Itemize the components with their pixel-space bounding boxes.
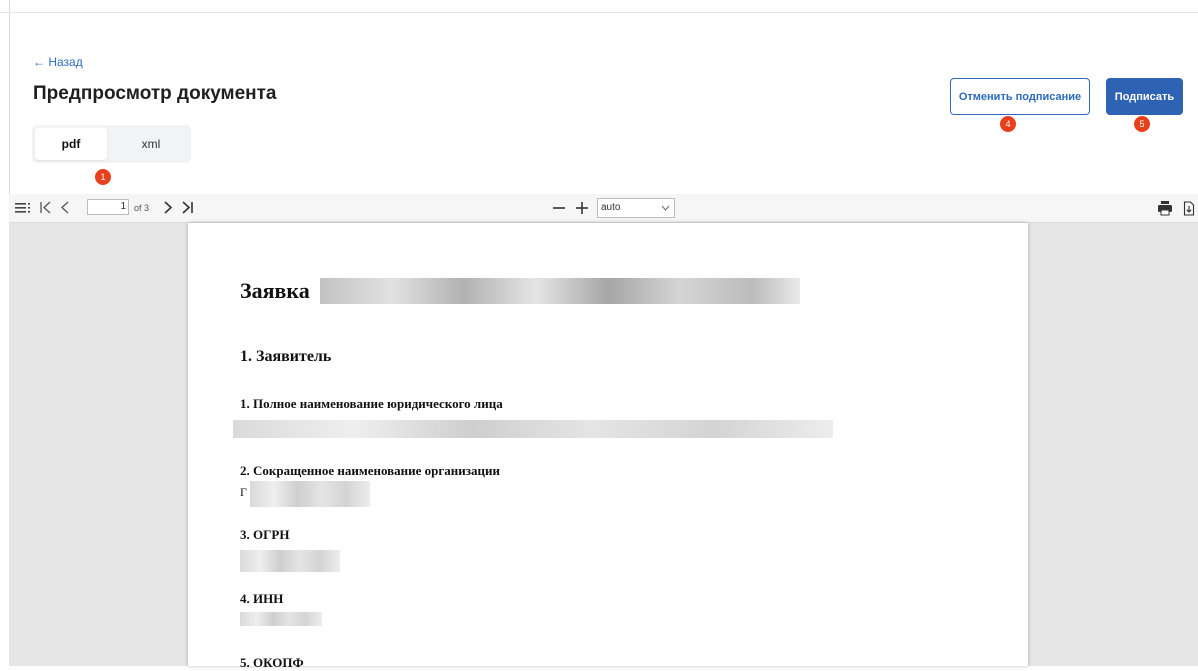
redacted-full-name [233,420,833,438]
page-title: Предпросмотр документа [33,83,277,104]
page-total: of 3 [134,203,150,213]
field-label-inn: 4. ИНН [240,591,284,606]
tab-pdf[interactable]: pdf [35,128,107,160]
page-number-input[interactable]: 1 [87,199,129,215]
redacted-title [320,278,800,304]
print-icon[interactable] [1157,194,1173,222]
next-page-icon[interactable] [162,194,174,222]
sidebar-toggle-icon[interactable] [15,194,31,222]
sign-button[interactable]: Подписать [1106,78,1183,115]
cancel-signing-button[interactable]: Отменить подписание [950,78,1090,115]
document-title: Заявка [240,278,310,303]
top-divider [0,12,1198,13]
field-label-full-name: 1. Полное наименование юридического лица [240,396,503,411]
tab-xml[interactable]: xml [114,128,188,160]
first-page-icon[interactable] [39,194,53,222]
zoom-value: auto [601,202,621,213]
prev-page-icon[interactable] [59,194,71,222]
field-label-short-name: 2. Сокращенное наименование организации [240,463,500,478]
short-name-prefix: Г [240,485,247,499]
download-icon[interactable] [1183,194,1195,222]
zoom-out-icon[interactable] [552,194,566,222]
field-label-ogrn: 3. ОГРН [240,527,290,542]
pdf-viewer[interactable]: Заявка 1. Заявитель 1. Полное наименован… [9,223,1198,670]
pdf-page: Заявка 1. Заявитель 1. Полное наименован… [188,223,1028,670]
field-label-okopf: 5. ОКОПФ [240,655,304,670]
format-tabs: pdf xml [32,125,191,163]
zoom-in-icon[interactable] [575,194,589,222]
annotation-marker-5: 5 [1134,116,1150,132]
redacted-inn [240,612,322,626]
redacted-ogrn [240,550,340,572]
annotation-marker-1: 1 [95,169,111,185]
last-page-icon[interactable] [180,194,194,222]
zoom-select[interactable]: auto [597,198,675,218]
pdf-toolbar: 1 of 3 auto [9,194,1198,223]
back-link[interactable]: ← Назад [33,55,83,69]
chevron-down-icon [661,199,670,223]
redacted-short-name [250,481,370,507]
section-title: 1. Заявитель [240,348,332,365]
annotation-marker-4: 4 [1000,116,1016,132]
